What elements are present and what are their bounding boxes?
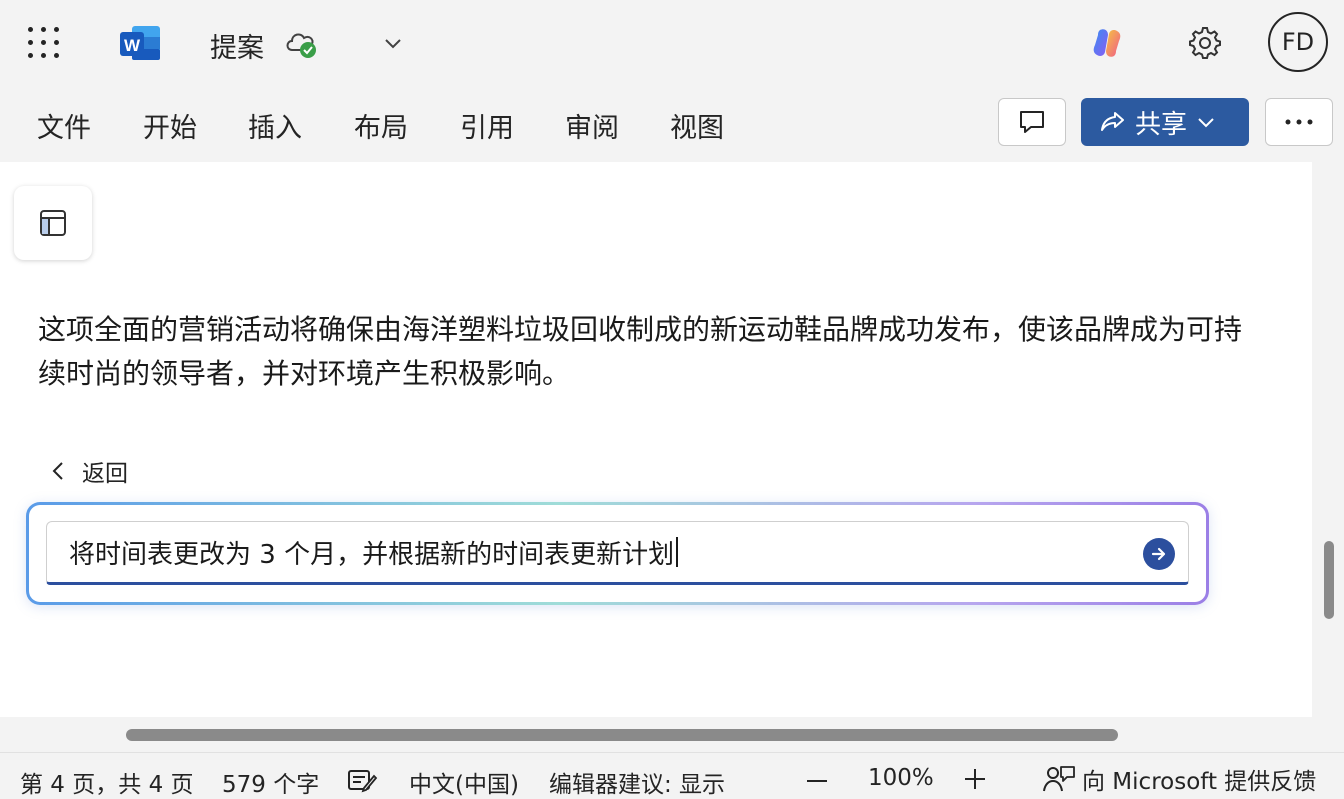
back-button[interactable]: 返回 — [48, 455, 128, 487]
more-icon — [1285, 119, 1313, 125]
document-canvas — [0, 162, 1312, 717]
zoom-out-icon[interactable] — [804, 768, 830, 792]
word-logo-letter: W — [124, 36, 141, 55]
vertical-scrollbar-thumb[interactable] — [1324, 541, 1334, 619]
share-label: 共享 — [1135, 109, 1188, 140]
feedback-label: 向 Microsoft 提供反馈 — [1082, 769, 1317, 795]
tab-view[interactable]: 视图 — [670, 106, 724, 145]
arrow-right-icon — [1151, 547, 1166, 561]
zoom-in-icon[interactable] — [962, 766, 988, 792]
share-icon — [1101, 112, 1124, 131]
title-bar — [0, 0, 1344, 86]
language[interactable]: 中文(中国) — [409, 765, 519, 799]
copilot-prompt-input[interactable]: 将时间表更改为 3 个月，并根据新的时间表更新计划 — [46, 521, 1189, 585]
app-launcher-icon[interactable] — [28, 27, 60, 59]
avatar-initials: FD — [1281, 28, 1315, 56]
cloud-synced-icon[interactable] — [283, 26, 321, 60]
prompt-text: 将时间表更改为 3 个月，并根据新的时间表更新计划 — [69, 539, 675, 570]
word-count[interactable]: 579 个字 — [222, 765, 319, 799]
chevron-left-icon — [52, 462, 63, 480]
page-info[interactable]: 第 4 页，共 4 页 — [20, 765, 194, 799]
document-title[interactable]: 提案 — [210, 26, 264, 65]
tab-references[interactable]: 引用 — [460, 106, 514, 145]
tab-file[interactable]: 文件 — [37, 106, 91, 145]
tab-review[interactable]: 审阅 — [565, 106, 619, 145]
navigation-pane-button[interactable] — [14, 186, 92, 260]
text-caret — [676, 537, 678, 567]
comments-button[interactable] — [998, 98, 1066, 146]
feedback-button[interactable]: 向 Microsoft 提供反馈 — [1042, 762, 1316, 796]
tab-layout[interactable]: 布局 — [354, 106, 408, 145]
share-button[interactable]: 共享 — [1081, 98, 1249, 146]
vertical-scrollbar — [1312, 162, 1344, 717]
copilot-icon[interactable] — [1088, 24, 1126, 62]
horizontal-scrollbar-thumb[interactable] — [126, 729, 1118, 741]
avatar[interactable]: FD — [1268, 12, 1328, 72]
comment-icon — [1020, 111, 1044, 133]
zoom-level[interactable]: 100% — [868, 765, 934, 791]
send-button[interactable] — [1143, 538, 1175, 570]
word-icon: W — [120, 26, 160, 60]
document-paragraph[interactable]: 这项全面的营销活动将确保由海洋塑料垃圾回收制成的新运动鞋品牌成功发布，使该品牌成… — [38, 308, 1258, 396]
tab-home[interactable]: 开始 — [143, 106, 197, 145]
proofing-icon[interactable] — [346, 766, 378, 794]
tab-insert[interactable]: 插入 — [248, 106, 302, 145]
back-label: 返回 — [82, 461, 128, 487]
gear-icon[interactable] — [1186, 24, 1224, 62]
chevron-down-icon — [1198, 118, 1214, 128]
more-options-button[interactable] — [1265, 98, 1333, 146]
chevron-down-icon[interactable] — [382, 34, 404, 52]
editor-suggestions[interactable]: 编辑器建议: 显示 — [549, 765, 725, 799]
feedback-icon — [1043, 766, 1075, 792]
navigation-pane-icon — [40, 210, 66, 236]
